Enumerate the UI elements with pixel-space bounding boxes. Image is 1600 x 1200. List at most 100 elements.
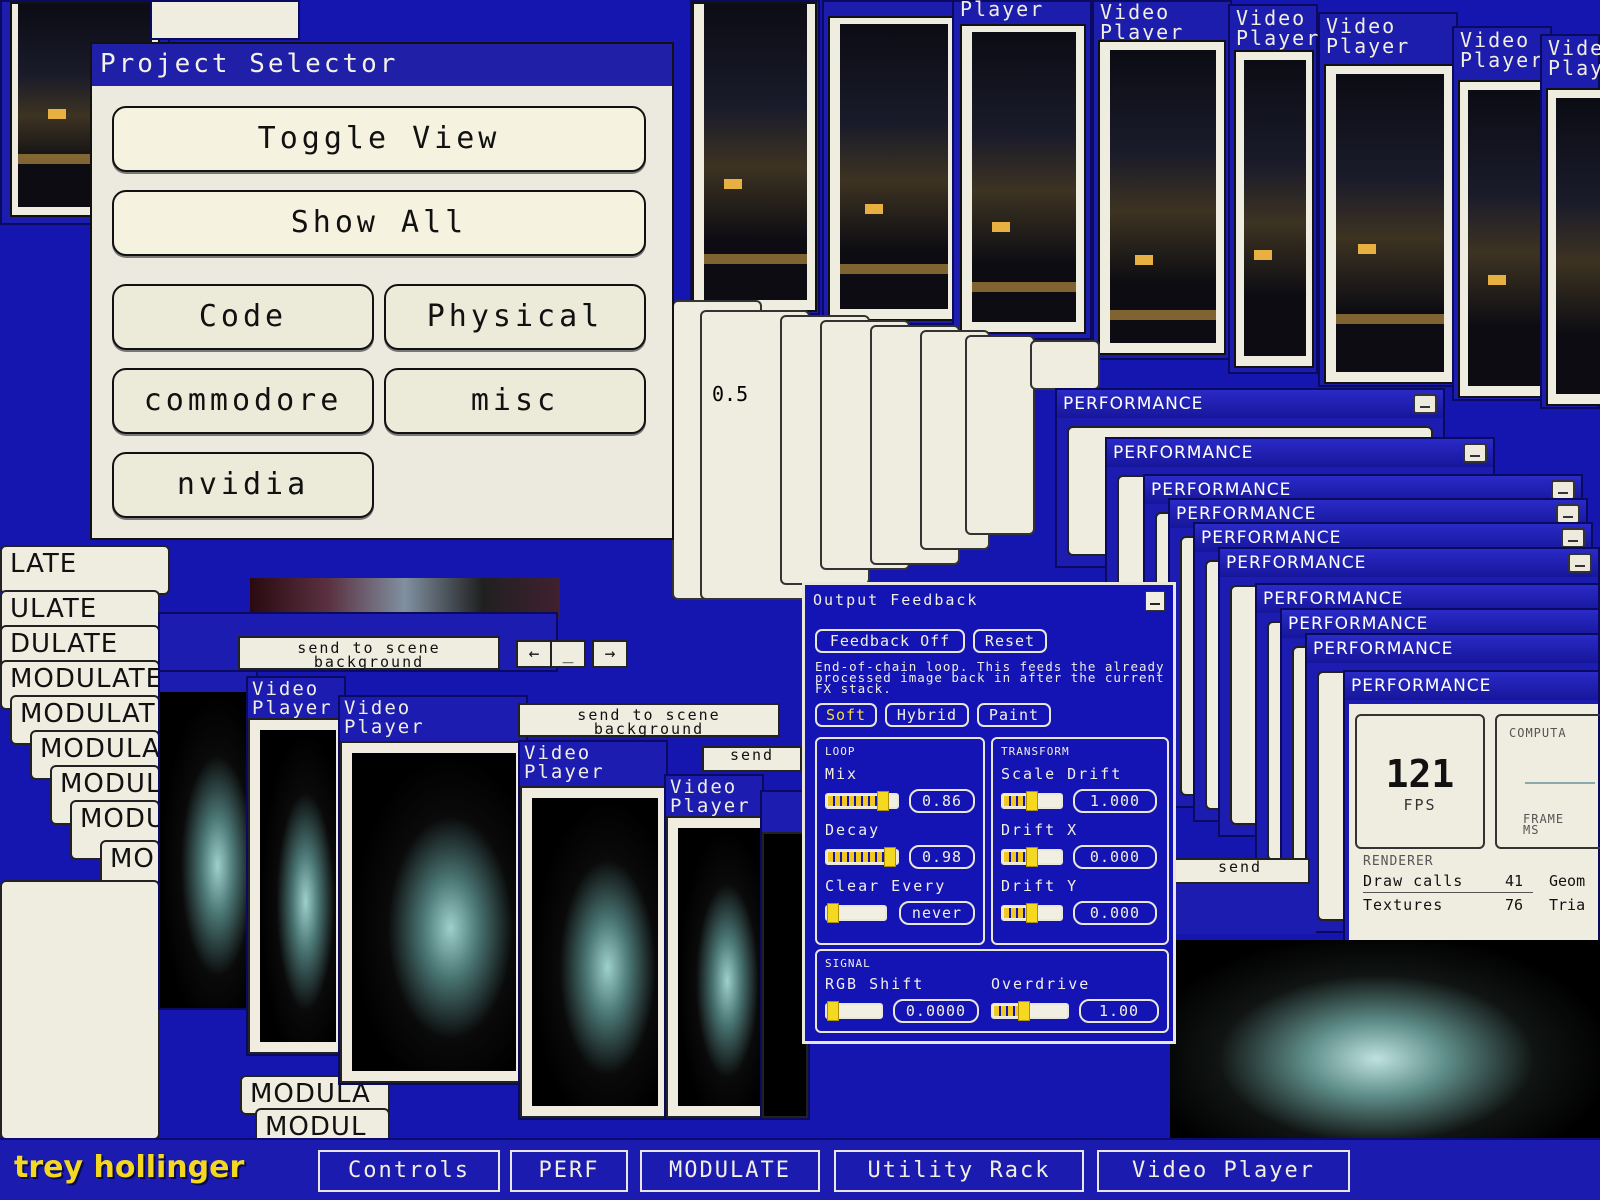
drift-y-label: Drift Y bbox=[1001, 877, 1079, 895]
video-player-window[interactable] bbox=[150, 0, 300, 40]
minimize-icon[interactable] bbox=[1413, 394, 1437, 414]
decay-label: Decay bbox=[825, 821, 881, 839]
video-player-title: Video Player bbox=[344, 697, 425, 738]
mix-value[interactable]: 0.86 bbox=[909, 789, 975, 813]
compute-label: COMPUTA bbox=[1509, 726, 1567, 740]
minimize-icon[interactable] bbox=[1568, 553, 1592, 573]
video-player-window[interactable]: Video Player bbox=[664, 774, 764, 1120]
category-nvidia-button[interactable]: nvidia bbox=[112, 452, 374, 518]
send-to-scene-button[interactable]: send bbox=[702, 746, 802, 772]
performance-title: PERFORMANCE bbox=[1307, 635, 1598, 663]
mode-hybrid-button[interactable]: Hybrid bbox=[885, 703, 969, 727]
frame-ms-graph bbox=[1525, 782, 1595, 784]
decay-value[interactable]: 0.98 bbox=[909, 845, 975, 869]
performance-title: PERFORMANCE bbox=[1057, 390, 1443, 418]
draw-calls-label: Draw calls bbox=[1363, 872, 1464, 890]
video-player-window[interactable]: Video Player bbox=[1318, 12, 1458, 387]
video-player-window[interactable] bbox=[158, 670, 258, 1010]
video-player-window[interactable] bbox=[822, 0, 962, 325]
mode-paint-button[interactable]: Paint bbox=[977, 703, 1051, 727]
video-player-window[interactable]: Video Player bbox=[518, 740, 668, 1120]
video-player-window[interactable]: send to scene background ← bbox=[158, 612, 558, 672]
mode-soft-button[interactable]: Soft bbox=[815, 703, 877, 727]
video-player-window[interactable]: Player bbox=[952, 0, 1092, 340]
video-player-title: Video Player bbox=[1236, 6, 1321, 50]
minimize-icon[interactable] bbox=[1561, 528, 1585, 548]
minimize-icon[interactable] bbox=[1556, 504, 1580, 524]
utility-card[interactable] bbox=[965, 335, 1035, 535]
decay-slider[interactable] bbox=[825, 847, 899, 867]
output-feedback-title: Output Feedback bbox=[813, 591, 979, 609]
video-player-window[interactable]: Video Player bbox=[1540, 34, 1600, 409]
overdrive-slider[interactable] bbox=[991, 1001, 1069, 1021]
rgb-shift-value[interactable]: 0.0000 bbox=[893, 999, 979, 1023]
clear-every-slider[interactable] bbox=[825, 903, 887, 923]
video-player-window[interactable]: Video Player bbox=[1228, 4, 1318, 374]
textures-label: Textures bbox=[1363, 896, 1444, 914]
category-misc-button[interactable]: misc bbox=[384, 368, 646, 434]
drift-y-value[interactable]: 0.000 bbox=[1073, 901, 1157, 925]
rgb-shift-label: RGB Shift bbox=[825, 975, 925, 993]
drift-x-slider[interactable] bbox=[1001, 847, 1063, 867]
output-feedback-description: End-of-chain loop. This feeds the alread… bbox=[815, 659, 1165, 696]
taskbar-modulate-button[interactable]: MODULATE bbox=[640, 1150, 820, 1192]
minimize-icon[interactable] bbox=[1551, 480, 1575, 500]
video-player-window[interactable]: Video Player bbox=[1452, 26, 1552, 401]
drift-y-slider[interactable] bbox=[1001, 903, 1063, 923]
performance-window-front[interactable]: PERFORMANCE 121 FPS COMPUTA FRAME MS REN… bbox=[1343, 670, 1600, 948]
category-code-button[interactable]: Code bbox=[112, 284, 374, 350]
video-player-title: Video Player bbox=[1460, 28, 1545, 72]
scale-drift-value[interactable]: 1.000 bbox=[1073, 789, 1157, 813]
mix-label: Mix bbox=[825, 765, 859, 783]
video-player-window[interactable]: Video Player bbox=[1092, 0, 1232, 360]
output-feedback-window[interactable]: Output Feedback Feedback Off Reset End-o… bbox=[802, 582, 1176, 1044]
renderer-divider bbox=[1363, 892, 1533, 893]
modulate-window[interactable] bbox=[0, 880, 160, 1140]
video-player-window[interactable]: Video Player bbox=[246, 676, 346, 1056]
stop-button[interactable]: _ bbox=[550, 640, 586, 668]
fps-card: 121 FPS bbox=[1355, 714, 1485, 849]
compute-card: COMPUTA FRAME MS bbox=[1495, 714, 1600, 849]
transform-group: TRANSFORM Scale Drift 1.000 Drift X 0.00… bbox=[991, 737, 1169, 945]
scale-drift-slider[interactable] bbox=[1001, 791, 1063, 811]
geometry-label: Geom bbox=[1549, 872, 1586, 890]
utility-card[interactable] bbox=[1030, 340, 1100, 390]
send-to-scene-button[interactable]: send to scene background bbox=[518, 703, 780, 737]
video-player-window[interactable]: Video Player bbox=[338, 695, 528, 1085]
video-player-title: Video Player bbox=[1326, 14, 1411, 58]
video-player-title: Video Player bbox=[524, 742, 605, 783]
taskbar-controls-button[interactable]: Controls bbox=[318, 1150, 500, 1192]
overdrive-value[interactable]: 1.00 bbox=[1079, 999, 1159, 1023]
video-player-title: Video Player bbox=[1548, 36, 1600, 80]
category-commodore-button[interactable]: commodore bbox=[112, 368, 374, 434]
next-button[interactable]: → bbox=[592, 640, 628, 668]
taskbar-utility-rack-button[interactable]: Utility Rack bbox=[834, 1150, 1084, 1192]
loop-group: LOOP Mix 0.86 Decay 0.98 Clear Every nev… bbox=[815, 737, 985, 945]
loop-label: LOOP bbox=[825, 745, 856, 758]
taskbar-video-player-button[interactable]: Video Player bbox=[1097, 1150, 1350, 1192]
clear-every-value[interactable]: never bbox=[899, 901, 975, 925]
mix-slider[interactable] bbox=[825, 791, 899, 811]
brand-logo[interactable]: trey hollinger bbox=[14, 1150, 244, 1185]
send-to-scene-button[interactable]: send bbox=[1170, 858, 1310, 884]
category-physical-button[interactable]: Physical bbox=[384, 284, 646, 350]
prev-button[interactable]: ← bbox=[516, 640, 552, 668]
minimize-icon[interactable] bbox=[1463, 443, 1487, 463]
minimize-icon[interactable] bbox=[1145, 591, 1165, 611]
performance-title: PERFORMANCE bbox=[1107, 439, 1493, 467]
send-to-scene-button[interactable]: send to scene background bbox=[238, 636, 500, 670]
drift-x-value[interactable]: 0.000 bbox=[1073, 845, 1157, 869]
textures-value: 76 bbox=[1505, 896, 1524, 914]
reset-button[interactable]: Reset bbox=[973, 629, 1047, 653]
video-player-window[interactable] bbox=[690, 0, 820, 315]
renderer-label: RENDERER bbox=[1363, 854, 1434, 869]
toggle-view-button[interactable]: Toggle View bbox=[112, 106, 646, 172]
project-selector-window[interactable]: Project Selector Toggle View Show All Co… bbox=[90, 42, 674, 540]
rgb-shift-slider[interactable] bbox=[825, 1001, 883, 1021]
taskbar-perf-button[interactable]: PERF bbox=[510, 1150, 628, 1192]
show-all-button[interactable]: Show All bbox=[112, 190, 646, 256]
signal-group: SIGNAL RGB Shift 0.0000 Overdrive 1.00 bbox=[815, 949, 1169, 1033]
feedback-toggle-button[interactable]: Feedback Off bbox=[815, 629, 965, 653]
signal-label: SIGNAL bbox=[825, 957, 871, 970]
modulate-window[interactable]: LATE bbox=[0, 545, 170, 595]
